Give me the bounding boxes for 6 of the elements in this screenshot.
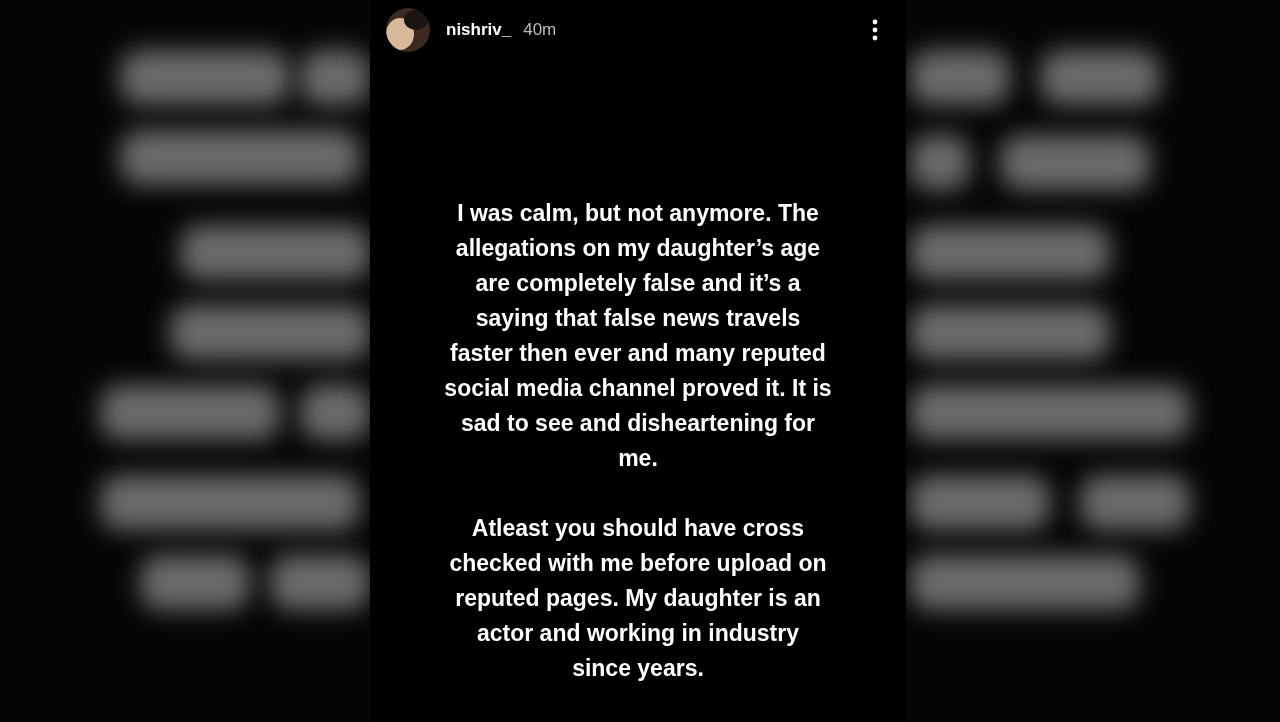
- more-options-icon[interactable]: [872, 19, 878, 41]
- story-text: Atleast you should have cross checked with me before upload on reputed pages. My daughter is an actor and working in industry since years.: [449, 514, 827, 683]
- username[interactable]: nishriv_: [446, 20, 512, 40]
- post-time: 40m: [523, 20, 557, 40]
- avatar[interactable]: [386, 8, 430, 52]
- story-text: I was calm, but not anymore. The allegations on my daughter’s age are completely false and it’s a saying that false news travels faster then ever and many reputed social media channel proved it. It is sad to see and disheartening for me.: [444, 199, 832, 473]
